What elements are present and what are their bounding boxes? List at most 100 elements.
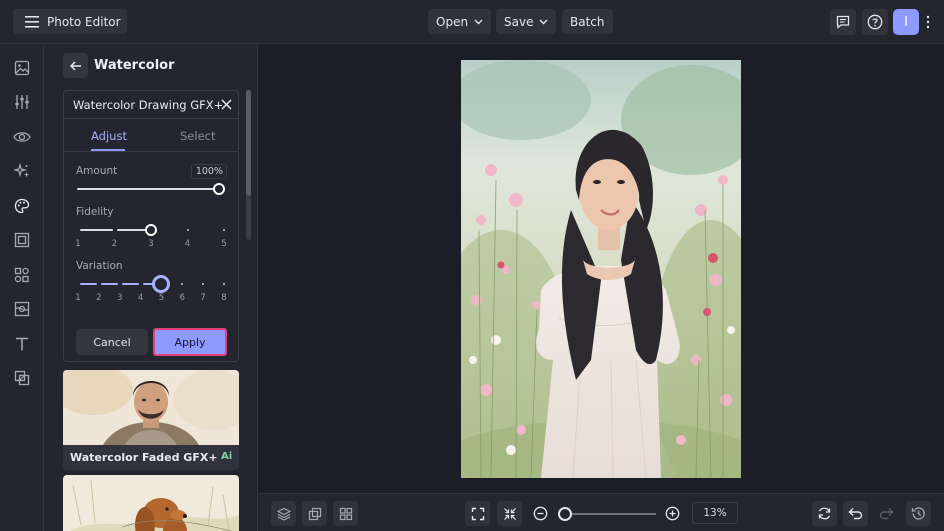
sparkles-icon[interactable] [13, 162, 31, 180]
save-label: Save [504, 14, 534, 29]
effect-settings-card: Watercolor Drawing GFX+ Adjust Select Am… [63, 90, 239, 362]
slider-filled-segment [80, 229, 113, 231]
slider-tick-label: 5 [221, 239, 227, 249]
amount-label: Amount [76, 165, 118, 177]
zoom-out-button[interactable] [528, 501, 553, 526]
actual-size-button[interactable] [497, 501, 522, 526]
save-button[interactable]: Save [496, 9, 557, 34]
refresh-icon [818, 507, 831, 520]
slider-tick-label: 2 [96, 293, 102, 303]
eye-icon[interactable] [13, 128, 31, 146]
overlay-icon[interactable] [13, 369, 31, 387]
undo-icon [848, 508, 863, 520]
grid-button[interactable] [333, 501, 358, 526]
text-icon[interactable] [13, 335, 31, 353]
watercolor-portrait-image [461, 60, 741, 478]
preset-thumbnail [63, 370, 239, 445]
slider-tick [223, 229, 225, 231]
bottom-bar: 13% [258, 493, 944, 531]
slider-tick-label: 8 [221, 293, 227, 303]
preset-name: Watercolor Faded GFX+ [70, 451, 218, 464]
amount-slider-track[interactable] [77, 188, 219, 190]
slider-tick-label: 4 [184, 239, 191, 249]
panel-scrollbar-thumb[interactable] [246, 90, 251, 196]
feedback-button[interactable] [830, 9, 856, 35]
slider-tick-label: 5 [158, 293, 165, 303]
help-icon [867, 14, 883, 30]
layers-icon [276, 507, 291, 521]
slider-tick [181, 283, 184, 285]
layers-button[interactable] [271, 501, 296, 526]
reset-button[interactable] [812, 501, 837, 526]
user-avatar[interactable]: I [893, 9, 919, 35]
amount-value-field[interactable]: 100% [191, 164, 227, 179]
apply-button[interactable]: Apply [153, 328, 227, 356]
batch-button[interactable]: Batch [562, 9, 613, 34]
redo-button[interactable] [874, 501, 899, 526]
slider-tick [223, 283, 225, 285]
zoom-level-field[interactable]: 13% [692, 502, 738, 524]
chevron-down-icon [539, 19, 548, 24]
grid-icon [339, 507, 352, 520]
slider-thumb[interactable] [152, 275, 171, 293]
cancel-button[interactable]: Cancel [76, 329, 148, 355]
slider-tick-label: 2 [111, 239, 118, 249]
compare-icon [308, 507, 321, 520]
slider-tick [186, 229, 189, 231]
slider-filled-segment [80, 283, 97, 285]
effect-header: Watercolor Drawing GFX+ [64, 91, 238, 119]
active-tab-indicator [91, 149, 125, 151]
amount-slider-thumb[interactable] [213, 183, 225, 195]
tab-select[interactable]: Select [180, 129, 215, 143]
history-icon [911, 507, 925, 520]
slider-filled-segment [100, 283, 118, 285]
kebab-menu-icon[interactable] [925, 15, 931, 29]
preset-watercolor-faded[interactable]: Watercolor Faded GFX+ Ai [63, 370, 239, 470]
sliders-icon[interactable] [13, 93, 31, 111]
hamburger-icon [25, 15, 39, 28]
slider-tick-label: 3 [148, 239, 154, 249]
zoom-out-icon [533, 506, 548, 521]
texture-icon[interactable] [13, 300, 31, 318]
palette-icon[interactable] [13, 197, 31, 215]
open-button[interactable]: Open [428, 9, 492, 34]
frame-icon[interactable] [13, 231, 31, 249]
slider-tick-label: 7 [200, 293, 206, 303]
menu-button[interactable]: Photo Editor [13, 9, 127, 34]
avatar-initial: I [904, 14, 908, 30]
effect-tabs: Adjust Select [64, 120, 238, 152]
message-icon [836, 15, 850, 29]
preset-thumbnail [63, 475, 239, 531]
preset-watercolor-dog[interactable] [63, 475, 239, 531]
help-button[interactable] [862, 9, 888, 35]
edited-photo[interactable] [461, 60, 741, 478]
zoom-slider-track[interactable] [564, 513, 656, 515]
slider-thumb[interactable] [145, 224, 157, 236]
zoom-slider-thumb[interactable] [558, 507, 572, 521]
slider-tick-label: 1 [75, 293, 81, 303]
slider-tick-label: 6 [179, 293, 185, 303]
tool-rail [0, 44, 44, 531]
history-button[interactable] [906, 501, 931, 526]
expand-icon [471, 507, 484, 520]
fit-screen-button[interactable] [465, 501, 490, 526]
variation-label: Variation [76, 260, 123, 272]
fidelity-label: Fidelity [76, 206, 114, 218]
app-title: Photo Editor [47, 14, 121, 29]
close-icon[interactable] [220, 98, 233, 111]
slider-tick-label: 3 [116, 293, 123, 303]
arrow-left-icon [69, 60, 81, 71]
tab-adjust[interactable]: Adjust [91, 129, 127, 143]
effects-panel: Watercolor Watercolor Drawing GFX+ Adjus… [44, 44, 258, 531]
ai-badge: Ai [221, 451, 233, 462]
zoom-in-button[interactable] [660, 501, 685, 526]
slider-tick-label: 1 [75, 239, 81, 249]
undo-button[interactable] [843, 501, 868, 526]
slider-tick-label: 4 [137, 293, 144, 303]
shapes-icon[interactable] [13, 266, 31, 284]
preset-footer: Watercolor Faded GFX+ Ai [63, 445, 239, 470]
compare-button[interactable] [302, 501, 327, 526]
open-label: Open [436, 14, 469, 29]
back-button[interactable] [63, 53, 88, 78]
image-icon[interactable] [13, 59, 31, 77]
